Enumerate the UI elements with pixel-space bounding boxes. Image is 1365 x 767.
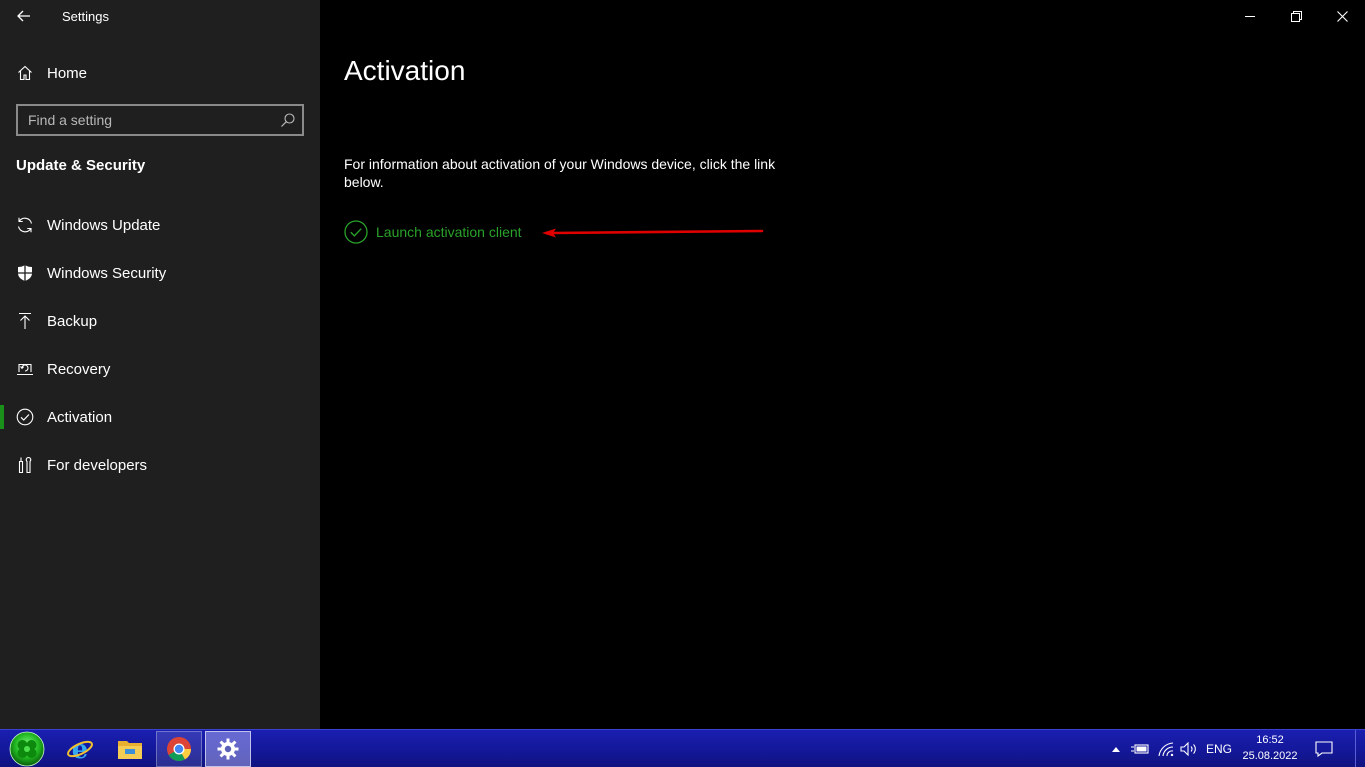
clock-date: 25.08.2022 — [1242, 750, 1298, 762]
sidebar-item-label: Home — [47, 64, 88, 82]
main-content: Activation For information about activat… — [320, 0, 1365, 729]
taskbar-clock[interactable]: 16:52 25.08.2022 — [1240, 732, 1300, 764]
developer-tools-icon — [16, 456, 34, 474]
activation-info-text: For information about activation of your… — [344, 156, 776, 190]
back-arrow-icon — [17, 10, 30, 22]
window-controls — [1227, 0, 1365, 32]
show-desktop-button[interactable] — [1355, 730, 1365, 767]
wifi-icon — [1158, 742, 1174, 756]
sidebar-item-label: Backup — [47, 312, 98, 330]
taskbar-chrome[interactable] — [156, 731, 202, 767]
settings-sidebar: Settings Home Update & Security Windows … — [0, 0, 320, 729]
sidebar-item-label: Windows Security — [47, 264, 167, 282]
sidebar-item-label: For developers — [47, 456, 148, 474]
gear-icon — [217, 738, 239, 760]
search-icon[interactable] — [280, 112, 296, 128]
sidebar-item-for-developers[interactable]: For developers — [0, 445, 320, 485]
search-input[interactable] — [18, 106, 268, 134]
speaker-icon — [1180, 742, 1196, 756]
sidebar-item-windows-update[interactable]: Windows Update — [0, 205, 320, 245]
power-tray-button[interactable] — [1128, 730, 1152, 767]
page-title: Activation — [344, 55, 466, 86]
check-circle-icon — [16, 408, 34, 426]
check-circle-icon — [344, 220, 368, 244]
minimize-button[interactable] — [1227, 0, 1273, 32]
minimize-icon — [1245, 16, 1255, 17]
launch-activation-client-link[interactable]: Launch activation client — [344, 219, 522, 245]
clock-time: 16:52 — [1256, 734, 1284, 746]
notification-icon — [1315, 741, 1333, 757]
shield-icon — [16, 264, 34, 282]
network-tray-button[interactable] — [1155, 730, 1177, 767]
sidebar-item-windows-security[interactable]: Windows Security — [0, 253, 320, 293]
sidebar-item-activation[interactable]: Activation — [0, 397, 320, 437]
recovery-icon — [16, 360, 34, 378]
sidebar-item-label: Windows Update — [47, 216, 161, 234]
svg-text:e: e — [72, 735, 89, 763]
app-title: Settings — [62, 9, 109, 24]
input-language-button[interactable]: ENG — [1203, 730, 1235, 767]
sidebar-item-label: Recovery — [47, 360, 111, 378]
red-annotation-arrow — [542, 228, 764, 238]
restore-icon — [1290, 10, 1302, 22]
start-orb-icon — [9, 731, 45, 767]
sidebar-item-home[interactable]: Home — [0, 56, 320, 90]
title-bar: Settings — [0, 0, 320, 32]
sidebar-item-label: Activation — [47, 408, 113, 426]
taskbar: e ENG 16:52 25.08.2022 — [0, 729, 1365, 767]
sidebar-item-recovery[interactable]: Recovery — [0, 349, 320, 389]
taskbar-settings[interactable] — [205, 731, 251, 767]
sync-icon — [16, 216, 34, 234]
sidebar-item-backup[interactable]: Backup — [0, 301, 320, 341]
action-center-button[interactable] — [1310, 730, 1338, 767]
upload-arrow-icon — [16, 312, 34, 330]
taskbar-internet-explorer[interactable]: e — [57, 731, 103, 767]
internet-explorer-icon: e — [67, 735, 93, 763]
chrome-icon — [167, 737, 191, 762]
taskbar-file-explorer[interactable] — [107, 731, 153, 767]
language-indicator: ENG — [1205, 742, 1232, 756]
start-button[interactable] — [6, 731, 48, 767]
show-hidden-icons-button[interactable] — [1108, 730, 1124, 767]
close-button[interactable] — [1319, 0, 1365, 32]
battery-plug-icon — [1131, 744, 1149, 754]
chevron-up-icon — [1112, 747, 1120, 752]
search-box — [16, 104, 304, 136]
home-icon — [16, 64, 34, 82]
volume-tray-button[interactable] — [1178, 730, 1200, 767]
back-button[interactable] — [12, 6, 36, 26]
link-label: Launch activation client — [376, 224, 522, 240]
restore-button[interactable] — [1273, 0, 1319, 32]
close-icon — [1336, 10, 1348, 22]
section-title: Update & Security — [16, 157, 146, 174]
folder-icon — [118, 741, 142, 759]
